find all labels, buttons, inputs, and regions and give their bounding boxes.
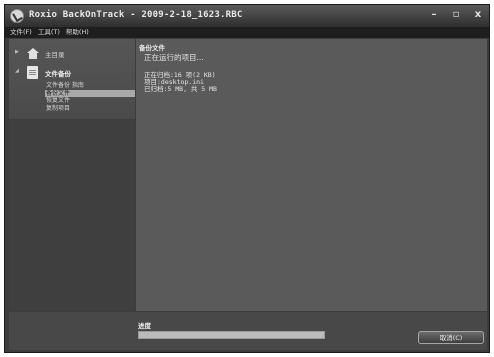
sidebar-subitems: 文件备份 指南 备份文件 恢复文件 复制项目 [45,82,135,112]
sidebar-subitem-backup-guide[interactable]: 文件备份 指南 [45,82,135,90]
restore-button[interactable]: ▫ [451,9,461,21]
sidebar-nav: ▶ 主目录 ◢ 文件备份 文件备份 指南 备份文件 恢复文件 复制项目 [9,39,135,119]
close-button[interactable]: x [473,9,483,21]
sidebar-subitem-backup-files[interactable]: 备份文件 [45,89,135,97]
sidebar-item-file-backup-label: 文件备份 [45,70,71,78]
window-controls: – ▫ x [429,9,483,21]
footer-bar: 进度 取消(C) [9,312,487,350]
status-details: 正在归档:16 项(2 KB) 项目:desktop.ini 已归档:5 MB,… [144,72,217,93]
sidebar-item-file-backup[interactable]: ◢ 文件备份 [15,65,133,81]
main-panel: 备份文件 正在运行的项目... 正在归档:16 项(2 KB) 项目:deskt… [136,39,487,311]
running-status-text: 正在运行的项目... [144,53,204,62]
window-title: Roxio BackOnTrack - 2009-2-18_1623.RBC [29,10,243,20]
sidebar-subitem-restore-files[interactable]: 恢复文件 [45,97,135,105]
expand-arrow-icon: ▶ [15,49,19,55]
collapse-arrow-icon: ◢ [15,68,19,74]
progress-fill [139,332,324,338]
page-title: 备份文件 [139,44,165,52]
home-icon [27,48,39,59]
app-window: Roxio BackOnTrack - 2009-2-18_1623.RBC –… [4,4,490,353]
sidebar-subitem-copy-items[interactable]: 复制项目 [45,105,135,113]
file-backup-icon [27,66,38,79]
title-bar: Roxio BackOnTrack - 2009-2-18_1623.RBC –… [5,5,489,27]
roxio-logo-icon [10,9,24,23]
status-archived-size: 已归档:5 MB, 共 5 MB [144,85,217,93]
menu-tools[interactable]: 工具(T) [38,27,60,38]
minimize-button[interactable]: – [429,9,439,21]
sidebar-item-home[interactable]: ▶ 主目录 [15,46,133,62]
menu-help[interactable]: 帮助(H) [66,27,89,38]
menu-file[interactable]: 文件(F) [10,27,32,38]
menu-bar: 文件(F) 工具(T) 帮助(H) [5,27,489,38]
sidebar: ▶ 主目录 ◢ 文件备份 文件备份 指南 备份文件 恢复文件 复制项目 [9,39,135,311]
sidebar-item-home-label: 主目录 [45,51,65,59]
progress-label: 进度 [138,322,151,330]
progress-bar [138,331,325,339]
cancel-button[interactable]: 取消(C) [418,331,484,344]
